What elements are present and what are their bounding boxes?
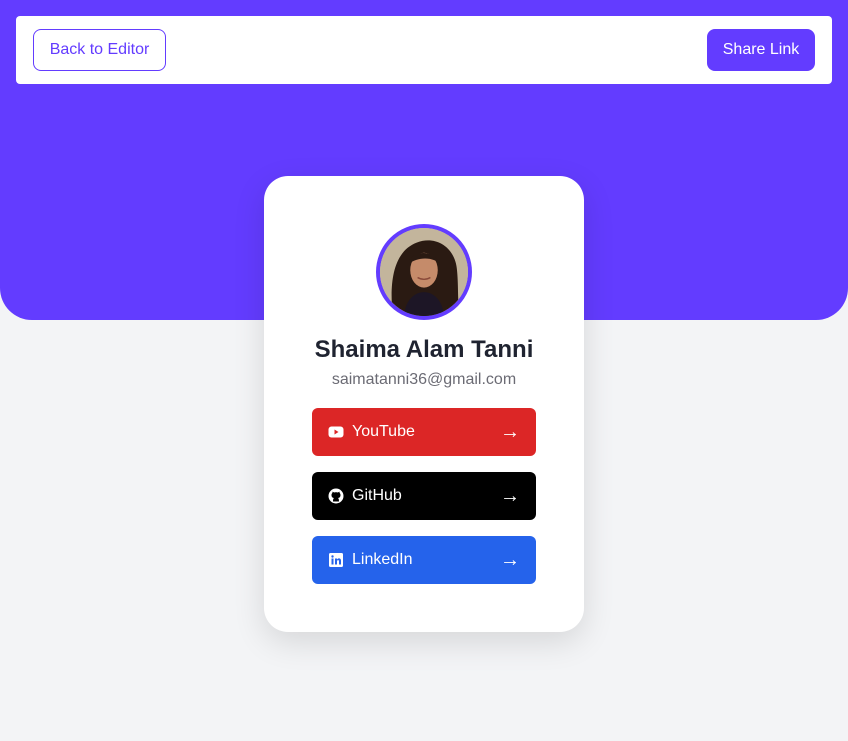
arrow-right-icon: → [500,549,520,571]
github-link-label: GitHub [352,487,402,504]
github-icon [328,488,344,504]
profile-email: saimatanni36@gmail.com [331,371,517,388]
top-bar: Back to Editor Share Link [16,16,832,84]
profile-name: Shaima Alam Tanni [314,336,534,363]
github-link[interactable]: GitHub → [312,472,536,520]
avatar-image [380,228,468,316]
profile-card: Shaima Alam Tanni saimatanni36@gmail.com… [264,176,584,632]
linkedin-link-label: LinkedIn [352,551,413,568]
youtube-link[interactable]: YouTube → [312,408,536,456]
avatar [376,224,472,320]
arrow-right-icon: → [500,421,520,443]
linkedin-icon [328,552,344,568]
back-to-editor-button[interactable]: Back to Editor [33,29,166,71]
youtube-icon [328,424,344,440]
youtube-link-label: YouTube [352,423,415,440]
share-link-button[interactable]: Share Link [707,29,815,71]
linkedin-link[interactable]: LinkedIn → [312,536,536,584]
arrow-right-icon: → [500,485,520,507]
